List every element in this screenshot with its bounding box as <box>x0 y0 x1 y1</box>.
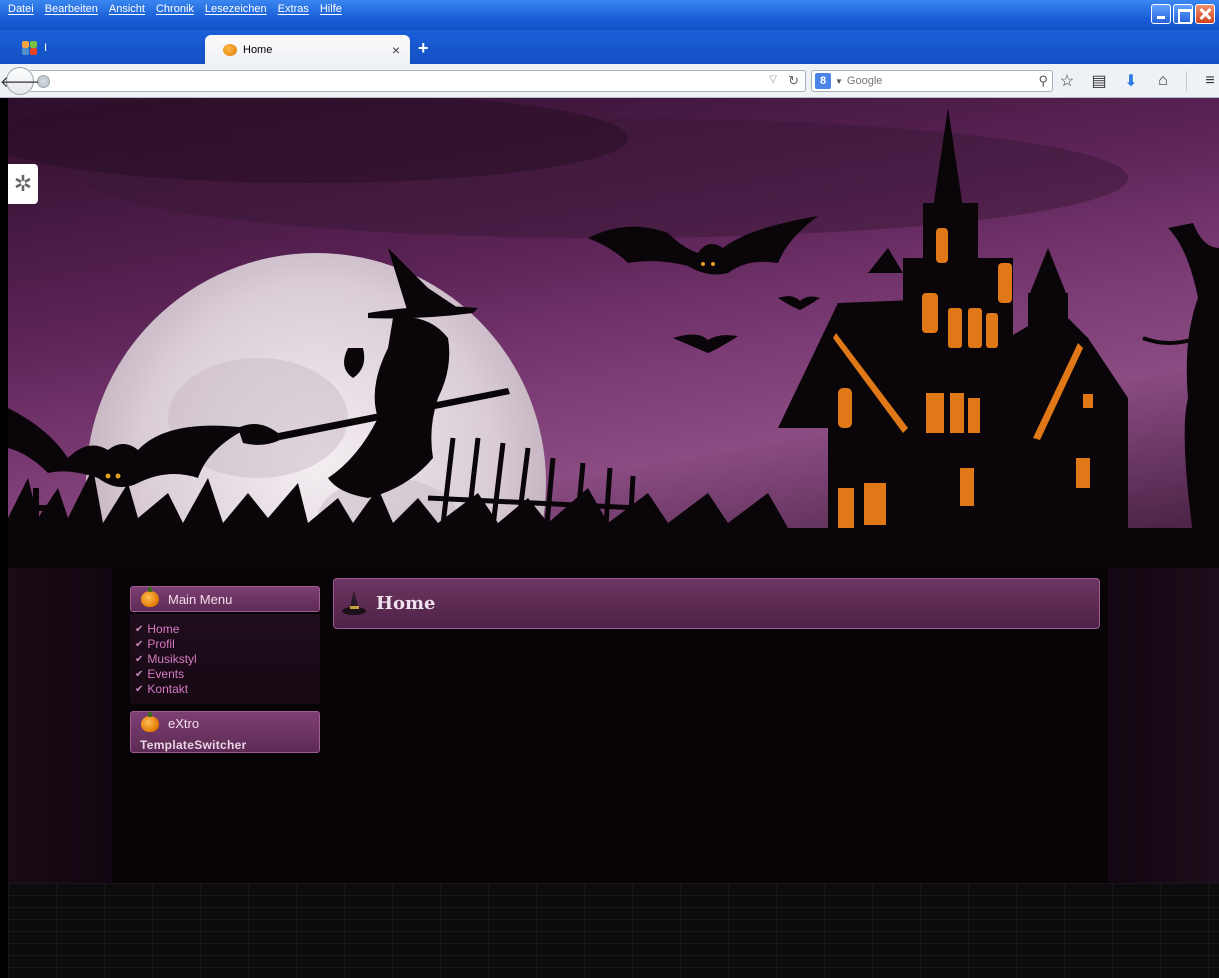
main-menu-body: ✔ Home ✔ Profil ✔ Musikstyl ✔ Events ✔ Kontak… <box>130 614 320 704</box>
menu-lesezeichen[interactable]: Lesezeichen <box>205 3 267 15</box>
menu-extras[interactable]: Extras <box>278 3 309 15</box>
menu-chronik[interactable]: Chronik <box>156 3 194 15</box>
maximize-button[interactable] <box>1173 4 1193 24</box>
search-icon[interactable]: ⚲ <box>1038 73 1048 89</box>
reload-icon[interactable]: ↻ <box>788 73 799 89</box>
menu-hamburger-icon[interactable]: ≡ <box>1201 70 1219 92</box>
brick-wall-footer <box>8 883 1219 978</box>
witch-hat-icon <box>342 590 366 615</box>
search-bar[interactable]: 8 ▼ Google ⚲ <box>811 70 1053 92</box>
navigation-bar: ▽ ↻ 🡐 8 ▼ Google ⚲ ☆ ▤ ⬇ ⌂ ≡ <box>0 64 1219 98</box>
menu-link-label: Profil <box>147 637 175 651</box>
download-icon[interactable]: ⬇ <box>1122 70 1140 92</box>
menu-bearbeiten[interactable]: Bearbeiten <box>45 3 98 15</box>
check-icon: ✔ <box>135 684 144 695</box>
main-menu-header: Main Menu <box>130 586 320 612</box>
background-left-panel <box>8 568 112 883</box>
dead-tree <box>1168 223 1219 568</box>
toolbar-separator <box>1186 71 1187 91</box>
menu-link-kontakt[interactable]: ✔ Kontakt <box>135 682 320 697</box>
check-icon: ✔ <box>135 654 144 665</box>
menu-link-label: Musikstyl <box>147 652 197 666</box>
minimize-button[interactable] <box>1151 4 1171 24</box>
close-window-button[interactable] <box>1195 4 1215 24</box>
menu-link-events[interactable]: ✔ Events <box>135 667 320 682</box>
pumpkin-icon <box>141 587 159 607</box>
url-bar[interactable]: ▽ ↻ <box>30 70 806 92</box>
menu-datei[interactable]: Datei <box>8 3 34 15</box>
url-dropdown-icon[interactable]: ▽ <box>769 74 777 85</box>
menu-link-musikstyl[interactable]: ✔ Musikstyl <box>135 652 320 667</box>
bookmark-star-icon[interactable]: ☆ <box>1058 70 1076 92</box>
engine-dropdown-icon[interactable]: ▼ <box>835 77 843 86</box>
pumpkin-favicon-icon <box>223 43 237 56</box>
menu-items: Datei Bearbeiten Ansicht Chronik Lesezei… <box>8 3 342 15</box>
back-button[interactable]: 🡐 <box>0 67 40 95</box>
page-left-edge <box>0 98 8 978</box>
menu-link-home[interactable]: ✔ Home <box>135 622 320 637</box>
tab-home-title: Home <box>243 43 273 56</box>
banner-illustration <box>8 98 1219 568</box>
pumpkin-icon <box>141 712 159 732</box>
toolbar-icons: ☆ ▤ ⬇ ⌂ ≡ <box>1058 70 1219 92</box>
article-header: Home <box>333 578 1100 629</box>
window-menubar: Datei Bearbeiten Ansicht Chronik Lesezei… <box>0 0 1219 30</box>
menu-link-label: Kontakt <box>147 682 189 696</box>
window-controls <box>1151 4 1215 24</box>
check-icon: ✔ <box>135 624 144 635</box>
new-tab-button[interactable]: + <box>418 38 429 59</box>
home-icon[interactable]: ⌂ <box>1154 70 1172 92</box>
search-input[interactable]: Google <box>847 75 882 87</box>
joomla-favicon-icon <box>22 41 38 55</box>
menu-link-profil[interactable]: ✔ Profil <box>135 637 320 652</box>
template-switcher-title: eXtro <box>168 716 200 731</box>
template-switcher-label: TemplateSwitcher <box>140 738 247 752</box>
google-engine-icon[interactable]: 8 <box>815 73 831 89</box>
tab-bar: I Home × + <box>0 30 1219 64</box>
background-right-panel <box>1108 568 1219 883</box>
check-icon: ✔ <box>135 669 144 680</box>
tab-inactive[interactable]: I <box>22 36 47 60</box>
menu-link-label: Events <box>147 667 185 681</box>
settings-gear-icon[interactable]: ✲ <box>8 164 38 204</box>
menu-link-label: Home <box>147 622 180 636</box>
tab-home[interactable]: Home × <box>205 35 410 64</box>
check-icon: ✔ <box>135 639 144 650</box>
page-title: Home <box>376 593 436 614</box>
back-arrow-icon: 🡐 <box>0 73 41 91</box>
tab-inactive-title: I <box>44 42 48 54</box>
main-menu-list: ✔ Home ✔ Profil ✔ Musikstyl ✔ Events ✔ Kontak… <box>130 614 320 697</box>
bookmarks-list-icon[interactable]: ▤ <box>1090 70 1108 92</box>
tab-close-icon[interactable]: × <box>392 42 400 58</box>
menu-ansicht[interactable]: Ansicht <box>109 3 145 15</box>
web-page: ✲ <box>0 98 1219 978</box>
main-menu-title: Main Menu <box>168 591 233 607</box>
halloween-banner <box>8 98 1219 568</box>
menu-hilfe[interactable]: Hilfe <box>320 3 342 15</box>
